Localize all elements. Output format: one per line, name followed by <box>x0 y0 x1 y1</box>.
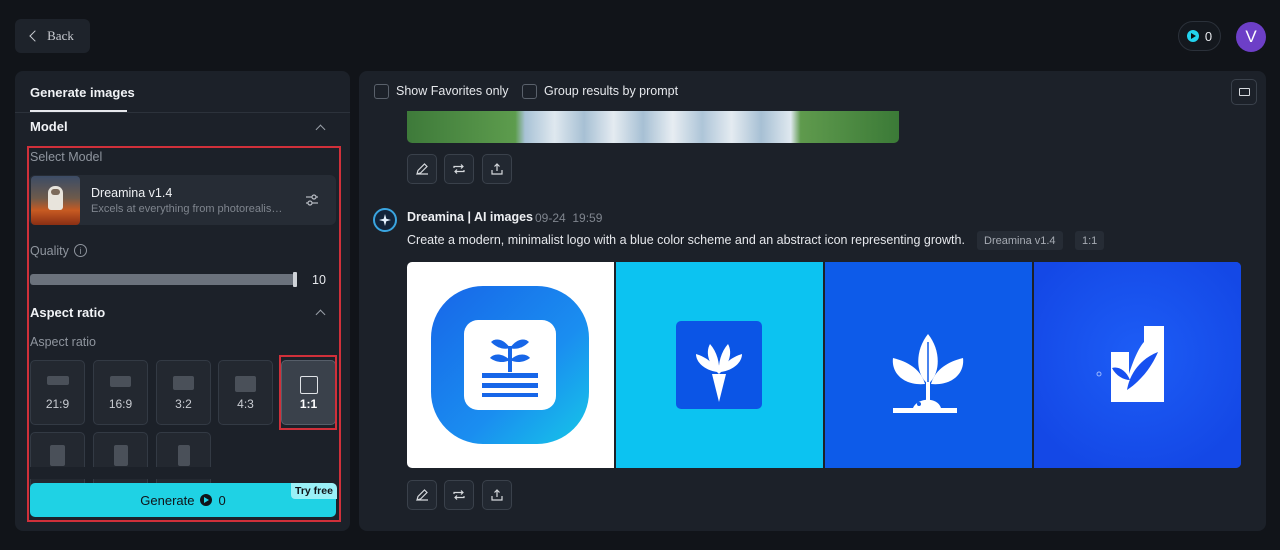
selected-ratio-highlight <box>279 355 337 430</box>
ratio-label: 21:9 <box>45 397 70 411</box>
dreamina-bot-icon <box>373 208 397 232</box>
message-timestamp: 09-24 19:59 <box>535 211 602 225</box>
regenerate-button[interactable] <box>444 154 474 184</box>
upload-icon <box>491 163 503 175</box>
tab-divider <box>15 112 350 113</box>
logo-plant-icon <box>431 286 589 444</box>
pencil-icon <box>416 489 428 501</box>
upload-icon <box>491 489 503 501</box>
credits-count: 0 <box>1204 28 1213 44</box>
model-description: Excels at everything from photorealism t… <box>91 203 291 215</box>
ratio-shape <box>173 376 194 390</box>
repeat-icon <box>453 490 465 500</box>
chevron-left-icon <box>29 30 41 42</box>
ratio-label: 4:3 <box>237 397 254 411</box>
show-favorites-checkbox[interactable] <box>374 84 389 99</box>
model-thumbnail <box>31 176 80 225</box>
generate-cost: 0 <box>218 492 226 508</box>
repeat-icon <box>453 164 465 174</box>
generate-label: Generate <box>140 492 195 508</box>
message-time: 19:59 <box>572 211 603 225</box>
ratio-option-4-3[interactable]: 4:3 <box>218 360 273 425</box>
edit-button[interactable] <box>407 154 437 184</box>
select-model-label: Select Model <box>30 150 103 164</box>
group-results-checkbox[interactable] <box>522 84 537 99</box>
ratio-option-16-9[interactable]: 16:9 <box>93 360 148 425</box>
regenerate-button-2[interactable] <box>444 480 474 510</box>
ratio-shape <box>110 376 131 387</box>
aspect-section-title: Aspect ratio <box>30 305 106 320</box>
ratio-option-3-2[interactable]: 3:2 <box>156 360 211 425</box>
ratio-shape <box>235 376 256 392</box>
quality-label: Quality <box>30 244 69 258</box>
bot-name: Dreamina | AI images <box>407 210 534 224</box>
folder-icon <box>1238 88 1250 96</box>
avatar[interactable]: V <box>1236 22 1266 52</box>
ratio-shape <box>46 376 69 385</box>
sparkle-icon <box>379 214 391 226</box>
info-icon[interactable]: i <box>74 244 87 257</box>
edit-button-2[interactable] <box>407 480 437 510</box>
collapse-model-icon[interactable] <box>315 124 326 135</box>
logo-abstract-icon <box>1034 262 1241 468</box>
result-image-2[interactable] <box>616 262 823 468</box>
export-button[interactable] <box>482 154 512 184</box>
ratio-label: 3:2 <box>175 397 192 411</box>
quality-slider[interactable] <box>30 274 295 285</box>
export-button-2[interactable] <box>482 480 512 510</box>
result-image-3[interactable] <box>825 262 1032 468</box>
folder-button[interactable] <box>1231 79 1257 105</box>
group-results-label: Group results by prompt <box>544 84 679 98</box>
sliders-icon[interactable] <box>305 193 319 207</box>
previous-result-image[interactable] <box>407 111 899 143</box>
result-image-4[interactable] <box>1034 262 1241 468</box>
credits-badge[interactable]: 0 <box>1178 21 1221 51</box>
tab-generate-images[interactable]: Generate images <box>30 85 135 100</box>
quality-value: 10 <box>312 273 326 287</box>
ratio-label: 16:9 <box>108 397 133 411</box>
try-free-badge: Try free <box>291 483 337 499</box>
logo-leaf-icon <box>892 334 964 413</box>
aspect-ratio-label: Aspect ratio <box>30 335 97 349</box>
ratio-shape <box>177 445 190 466</box>
show-favorites-label: Show Favorites only <box>396 84 509 98</box>
scroll-fade <box>29 467 339 479</box>
pencil-icon <box>416 163 428 175</box>
play-coin-icon <box>200 494 213 506</box>
ratio-shape <box>113 445 128 466</box>
generate-panel: Generate images Model Select Model Dream… <box>15 71 350 531</box>
back-button[interactable]: Back <box>15 19 90 53</box>
ratio-option-21-9[interactable]: 21:9 <box>30 360 85 425</box>
logo-sprout-icon <box>676 321 762 409</box>
message-date: 09-24 <box>535 211 566 225</box>
ratio-shape <box>50 445 65 466</box>
model-section-title: Model <box>30 119 68 134</box>
results-panel: Show Favorites only Group results by pro… <box>359 71 1266 531</box>
model-name: Dreamina v1.4 <box>91 186 173 200</box>
ratio-tag[interactable]: 1:1 <box>1075 231 1105 250</box>
model-tag[interactable]: Dreamina v1.4 <box>977 231 1063 250</box>
avatar-letter: V <box>1245 27 1257 46</box>
prompt-text: Create a modern, minimalist logo with a … <box>407 233 965 247</box>
model-selector[interactable]: Dreamina v1.4 Excels at everything from … <box>29 175 336 225</box>
play-coin-icon <box>1186 30 1199 42</box>
result-image-1[interactable] <box>407 262 614 468</box>
back-label: Back <box>47 28 74 43</box>
quality-slider-handle[interactable] <box>293 272 297 287</box>
